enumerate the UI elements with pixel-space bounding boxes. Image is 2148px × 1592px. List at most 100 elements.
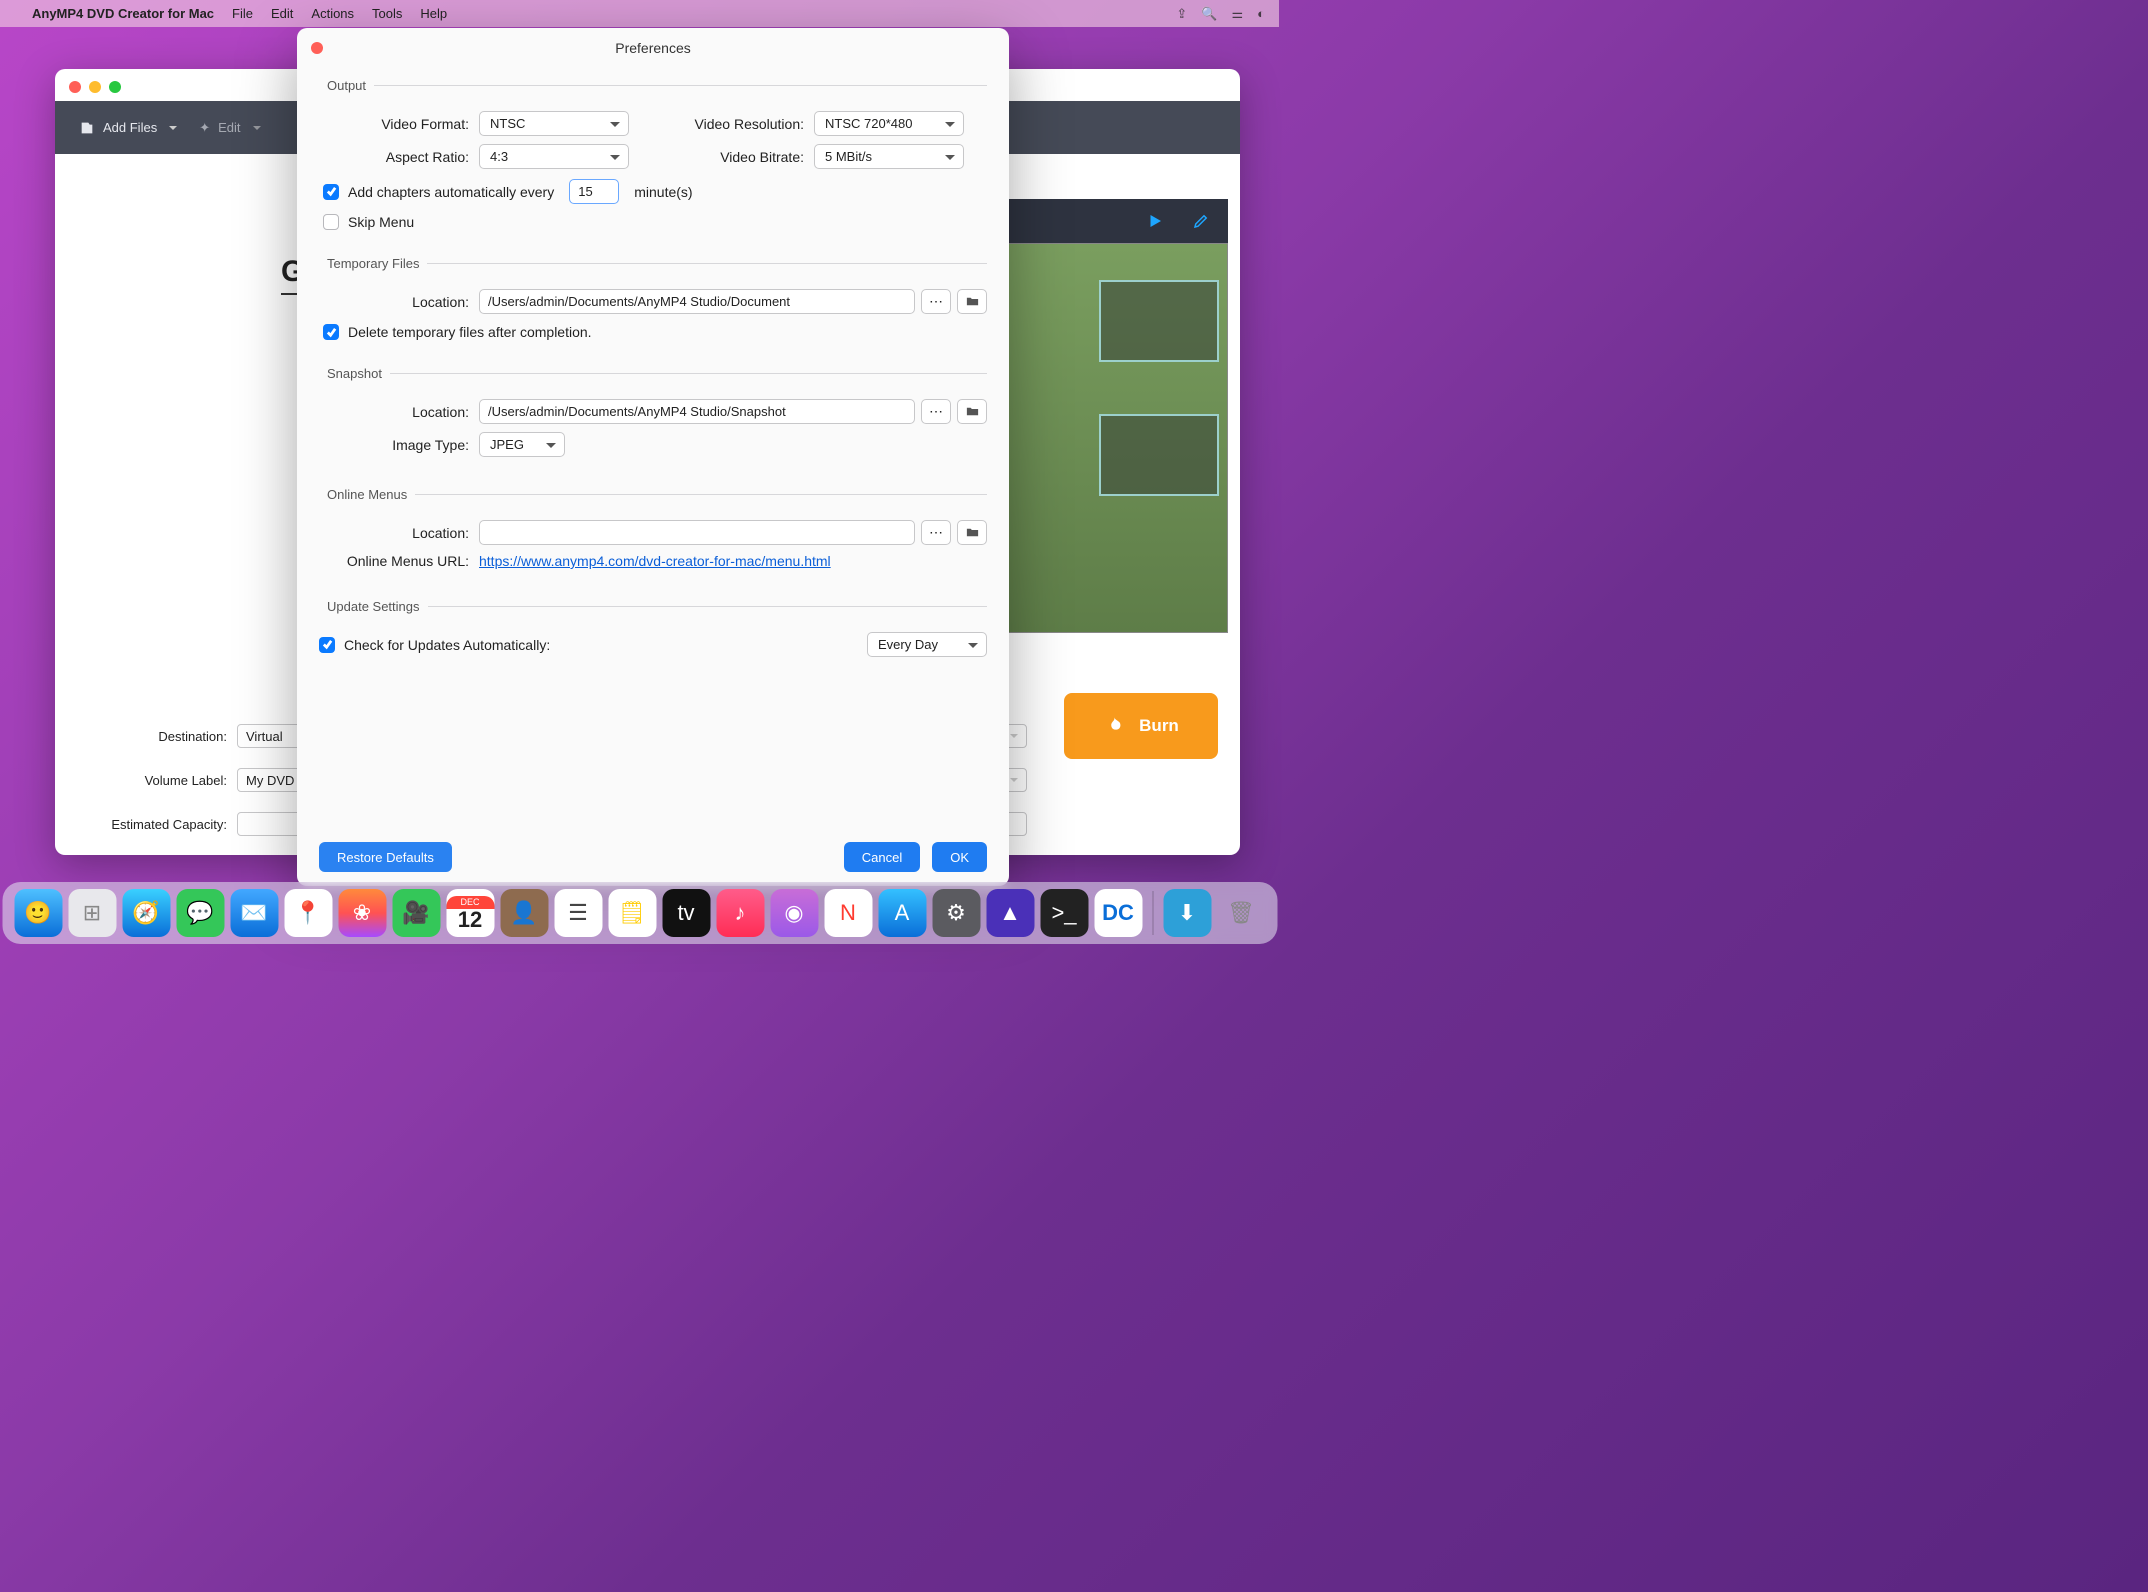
add-files-label: Add Files: [103, 120, 157, 135]
temp-location-field[interactable]: /Users/admin/Documents/AnyMP4 Studio/Doc…: [479, 289, 915, 314]
chevron-down-icon: [1010, 734, 1018, 742]
video-resolution-select[interactable]: NTSC 720*480: [814, 111, 964, 136]
menubar: AnyMP4 DVD Creator for Mac File Edit Act…: [0, 0, 1279, 27]
ellipsis-icon: ⋯: [929, 403, 943, 420]
dock-contacts[interactable]: 👤: [500, 889, 548, 937]
dock-photos[interactable]: ❀: [338, 889, 386, 937]
online-more-button[interactable]: ⋯: [921, 520, 951, 545]
zoom-window-icon[interactable]: [109, 81, 121, 93]
chapters-minutes-stepper[interactable]: 15: [569, 179, 619, 204]
dock-podcasts[interactable]: ◉: [770, 889, 818, 937]
dock-terminal[interactable]: >_: [1040, 889, 1088, 937]
chevron-down-icon: [253, 126, 261, 134]
dock-news[interactable]: N: [824, 889, 872, 937]
status-icon[interactable]: ⇪: [1176, 6, 1187, 22]
dock-music[interactable]: ♪: [716, 889, 764, 937]
spotlight-icon[interactable]: 🔍: [1201, 6, 1217, 22]
dock-reminders[interactable]: ☰: [554, 889, 602, 937]
video-format-label: Video Format:: [319, 116, 479, 132]
folder-icon: [965, 404, 980, 419]
online-url-link[interactable]: https://www.anymp4.com/dvd-creator-for-m…: [479, 553, 831, 569]
chevron-down-icon: [169, 126, 177, 134]
group-snapshot-legend: Snapshot: [319, 366, 390, 381]
folder-icon: [965, 294, 980, 309]
dock-calendar[interactable]: DEC 12: [446, 889, 494, 937]
group-update: Update Settings Check for Updates Automa…: [319, 599, 987, 665]
snapshot-more-button[interactable]: ⋯: [921, 399, 951, 424]
sparkle-icon: ✦: [199, 120, 210, 136]
dock-appstore[interactable]: A: [878, 889, 926, 937]
dock-trash[interactable]: 🗑: [1217, 889, 1265, 937]
preview-thumb[interactable]: [1099, 280, 1219, 362]
online-browse-button[interactable]: [957, 520, 987, 545]
dock-settings[interactable]: ⚙: [932, 889, 980, 937]
dock-tv[interactable]: tv: [662, 889, 710, 937]
dock-mail[interactable]: ✉️: [230, 889, 278, 937]
dock-maps[interactable]: 📍: [284, 889, 332, 937]
dock-dc[interactable]: DC: [1094, 889, 1142, 937]
minimize-window-icon[interactable]: [89, 81, 101, 93]
aspect-ratio-select[interactable]: 4:3: [479, 144, 629, 169]
video-bitrate-select[interactable]: 5 MBit/s: [814, 144, 964, 169]
check-updates-checkbox[interactable]: [319, 637, 335, 653]
dock-facetime[interactable]: 🎥: [392, 889, 440, 937]
dock-separator: [1152, 891, 1153, 935]
snapshot-location-field[interactable]: /Users/admin/Documents/AnyMP4 Studio/Sna…: [479, 399, 915, 424]
dock-messages[interactable]: 💬: [176, 889, 224, 937]
snapshot-browse-button[interactable]: [957, 399, 987, 424]
temp-more-button[interactable]: ⋯: [921, 289, 951, 314]
group-online-legend: Online Menus: [319, 487, 415, 502]
play-icon[interactable]: [1146, 212, 1164, 230]
group-online: Online Menus Location: ⋯ Online Menus UR…: [319, 487, 987, 577]
burn-button[interactable]: Burn: [1064, 693, 1218, 759]
edit-pencil-icon[interactable]: [1192, 212, 1210, 230]
cancel-button[interactable]: Cancel: [844, 842, 920, 872]
chapters-label: Add chapters automatically every: [348, 184, 554, 200]
dock-launchpad[interactable]: ⊞: [68, 889, 116, 937]
skip-menu-checkbox[interactable]: [323, 214, 339, 230]
online-url-label: Online Menus URL:: [319, 553, 479, 569]
video-bitrate-label: Video Bitrate:: [664, 149, 814, 165]
ellipsis-icon: ⋯: [929, 293, 943, 310]
dock-affinity[interactable]: ▲: [986, 889, 1034, 937]
close-icon[interactable]: [311, 42, 323, 54]
dock-notes[interactable]: 🗒: [608, 889, 656, 937]
chapters-checkbox[interactable]: [323, 184, 339, 200]
dock-safari[interactable]: 🧭: [122, 889, 170, 937]
dock-downloads[interactable]: ⬇: [1163, 889, 1211, 937]
ellipsis-icon: ⋯: [929, 524, 943, 541]
siri-icon[interactable]: ◐: [1257, 6, 1265, 21]
dock-finder[interactable]: 🙂: [14, 889, 62, 937]
image-type-select[interactable]: JPEG: [479, 432, 565, 457]
capacity-label: Estimated Capacity:: [77, 817, 227, 832]
snapshot-location-label: Location:: [319, 404, 479, 420]
chevron-down-icon: [1010, 778, 1018, 786]
temp-browse-button[interactable]: [957, 289, 987, 314]
menu-actions[interactable]: Actions: [311, 6, 354, 21]
add-files-button[interactable]: Add Files: [79, 120, 177, 136]
preferences-window: Preferences Output Video Format: NTSC Vi…: [297, 28, 1009, 886]
menu-edit[interactable]: Edit: [271, 6, 293, 21]
video-format-select[interactable]: NTSC: [479, 111, 629, 136]
menu-tools[interactable]: Tools: [372, 6, 402, 21]
group-snapshot: Snapshot Location: /Users/admin/Document…: [319, 366, 987, 465]
online-location-field[interactable]: [479, 520, 915, 545]
preview-thumb[interactable]: [1099, 414, 1219, 496]
group-temp: Temporary Files Location: /Users/admin/D…: [319, 256, 987, 344]
update-frequency-select[interactable]: Every Day: [867, 632, 987, 657]
group-update-legend: Update Settings: [319, 599, 428, 614]
temp-location-label: Location:: [319, 294, 479, 310]
ok-button[interactable]: OK: [932, 842, 987, 872]
delete-temp-checkbox[interactable]: [323, 324, 339, 340]
menu-file[interactable]: File: [232, 6, 253, 21]
close-window-icon[interactable]: [69, 81, 81, 93]
menu-help[interactable]: Help: [420, 6, 447, 21]
flame-icon: [1103, 715, 1125, 737]
app-name[interactable]: AnyMP4 DVD Creator for Mac: [32, 6, 214, 21]
group-temp-legend: Temporary Files: [319, 256, 427, 271]
edit-button[interactable]: ✦ Edit: [199, 120, 260, 136]
add-files-icon: [79, 120, 95, 136]
restore-defaults-button[interactable]: Restore Defaults: [319, 842, 452, 872]
control-center-icon[interactable]: ⚌: [1231, 6, 1243, 22]
preview-toolbar: [1008, 199, 1228, 243]
